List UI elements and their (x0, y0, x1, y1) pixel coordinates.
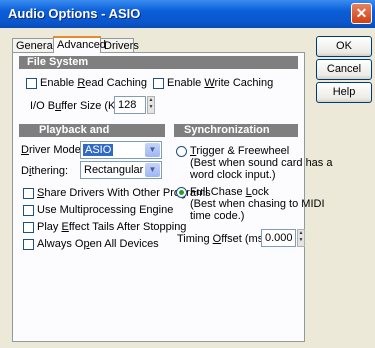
effect-tails-label[interactable]: Play Effect Tails After Stopping (37, 221, 186, 233)
enable-write-caching-label[interactable]: Enable Write Caching (167, 77, 273, 89)
open-all-devices-checkbox[interactable] (23, 239, 34, 250)
chevron-down-icon[interactable]: ▼ (145, 163, 160, 177)
trigger-freewheel-description: word clock input.) (190, 169, 276, 181)
playback-recording-header: Playback and Recording (19, 124, 165, 149)
enable-write-caching-checkbox[interactable] (153, 78, 164, 89)
ok-button[interactable]: OK (316, 36, 372, 57)
access-key: E (61, 221, 69, 233)
label-text: I/O B (30, 100, 56, 112)
label-text: Always O (37, 238, 84, 250)
label-text: Play (37, 221, 62, 233)
full-chase-lock-description: (Best when chasing to MIDI (190, 198, 325, 210)
label-text: ead Caching (85, 77, 148, 89)
tab-general[interactable]: General (12, 38, 55, 52)
trigger-freewheel-description: (Best when sound card has a (190, 157, 333, 169)
effect-tails-checkbox[interactable] (23, 222, 34, 233)
spin-down-icon[interactable]: ▼ (148, 104, 154, 111)
driver-mode-select[interactable]: ASIO ▼ (80, 141, 162, 159)
dithering-select[interactable]: Rectangular ▼ (80, 161, 162, 179)
io-buffer-size-value: 128 (118, 99, 137, 111)
label-text: rite Caching (214, 77, 274, 89)
trigger-freewheel-radio[interactable] (176, 146, 187, 157)
open-all-devices-label[interactable]: Always Open All Devices (37, 238, 159, 250)
timing-offset-value: 0.000 (265, 232, 293, 244)
label-text: Enable (40, 77, 78, 89)
spin-up-icon[interactable]: ▲ (148, 97, 154, 104)
dithering-value: Rectangular (84, 164, 144, 176)
cancel-button[interactable]: Cancel (316, 59, 372, 80)
spin-up-icon[interactable]: ▲ (298, 230, 304, 237)
enable-read-caching-checkbox[interactable] (26, 78, 37, 89)
label-text: rigger & Freewheel (196, 145, 290, 157)
label-text: river Mode: (28, 144, 84, 156)
full-chase-lock-description: time code.) (190, 210, 245, 222)
access-key: D (21, 144, 29, 156)
spin-down-icon[interactable]: ▼ (298, 237, 304, 244)
full-chase-lock-label[interactable]: Full Chase Lock (190, 186, 269, 198)
access-key: W (204, 77, 215, 89)
timing-offset-spinner[interactable]: ▲ ▼ (297, 229, 305, 247)
synchronization-header: Synchronization (174, 124, 298, 137)
multiprocessing-checkbox[interactable] (23, 205, 34, 216)
chevron-down-icon[interactable]: ▼ (145, 143, 160, 157)
label-text: Timing (177, 233, 213, 245)
window-title: Audio Options - ASIO (8, 6, 141, 21)
access-key: O (212, 233, 222, 245)
close-icon: ✕ (355, 5, 368, 21)
enable-read-caching-label[interactable]: Enable Read Caching (40, 77, 147, 89)
share-drivers-checkbox[interactable] (23, 188, 34, 199)
label-text: Enable (167, 77, 205, 89)
audio-options-dialog: Audio Options - ASIO ✕ General Advanced … (0, 0, 375, 348)
timing-offset-input[interactable]: 0.000 (261, 229, 296, 247)
close-button[interactable]: ✕ (351, 3, 372, 24)
dithering-label: Dithering: (21, 165, 68, 177)
label-text: thering: (31, 165, 69, 177)
multiprocessing-label[interactable]: Use Multiprocessing Engine (37, 204, 173, 216)
label-text: ffect Tails After Stopping (68, 221, 187, 233)
io-buffer-size-spinner[interactable]: ▲ ▼ (147, 96, 155, 114)
label-text: D (21, 165, 29, 177)
driver-mode-value: ASIO (83, 144, 114, 156)
advanced-tab-panel: File System Enable Read Caching Enable W… (12, 52, 332, 342)
trigger-freewheel-label[interactable]: Trigger & Freewheel (190, 145, 289, 157)
full-chase-lock-radio[interactable] (176, 187, 187, 198)
label-text: en All Devices (89, 238, 159, 250)
title-bar: Audio Options - ASIO ✕ (0, 0, 375, 28)
label-text: Full Chase (190, 186, 246, 198)
help-button[interactable]: Help (316, 82, 372, 103)
file-system-header: File System (19, 56, 298, 69)
label-text: ock (251, 186, 269, 198)
radio-selected-dot (179, 190, 184, 195)
tab-advanced[interactable]: Advanced (53, 36, 106, 53)
io-buffer-size-input[interactable]: 128 (114, 96, 146, 114)
driver-mode-label: Driver Mode: (21, 144, 84, 156)
